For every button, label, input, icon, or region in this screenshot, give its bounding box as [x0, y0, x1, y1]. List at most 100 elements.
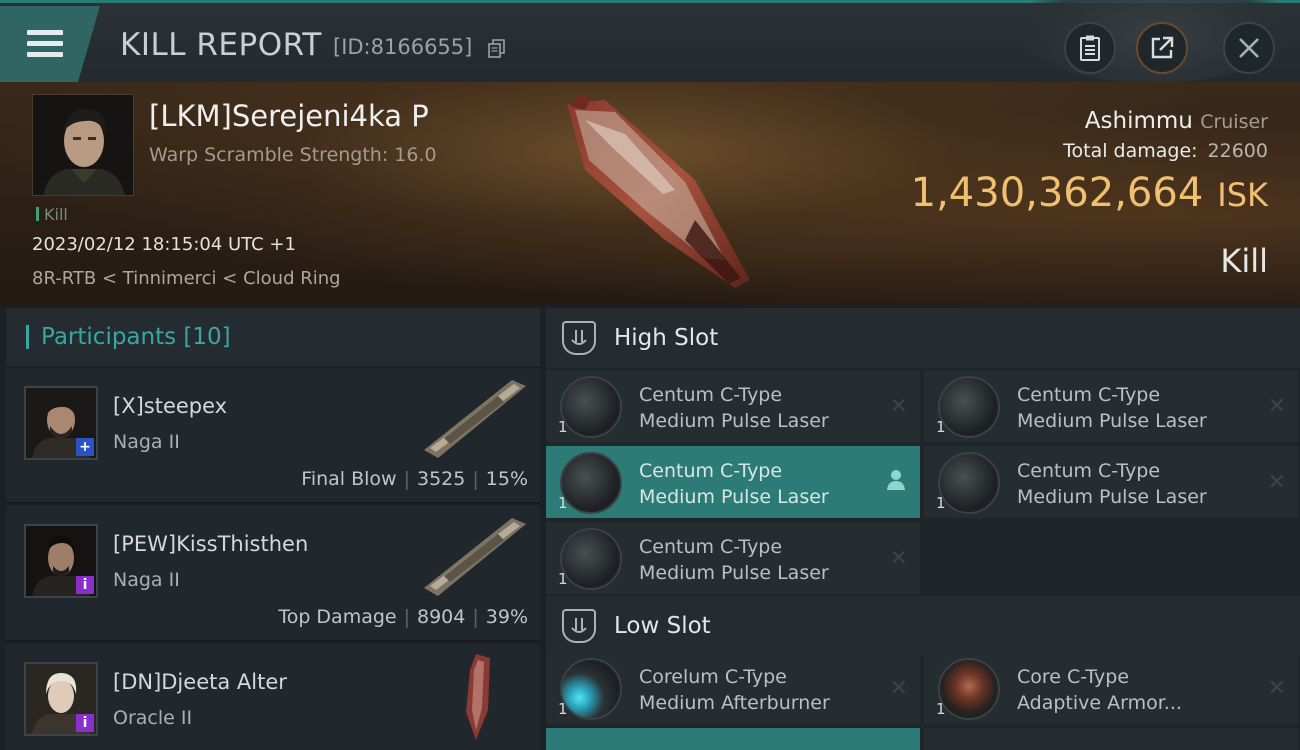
high-slot-header: High Slot — [546, 308, 1300, 368]
participant-role: Top Damage — [278, 606, 397, 628]
victim-ship-class: Cruiser — [1200, 111, 1268, 133]
fittings-panel: High Slot 1 Centum C-Type Medium Pulse La… — [546, 308, 1300, 750]
participant-ship: Oracle II — [113, 707, 193, 729]
participant-avatar: + — [24, 386, 98, 460]
module-name-line2: Medium Pulse Laser — [639, 562, 829, 584]
clipboard-button[interactable] — [1064, 22, 1116, 74]
participants-header-marker — [26, 325, 29, 349]
module-name-line1: Centum C-Type — [639, 384, 783, 406]
destroyed-icon: ✕ — [1267, 676, 1286, 701]
pulse-laser-icon — [938, 376, 1000, 438]
kill-tag-label: Kill — [44, 205, 68, 224]
participant-row[interactable]: i [DN]Djeeta Alter Oracle II — [6, 644, 540, 750]
victim-ship[interactable]: Ashimmu Cruiser — [1085, 108, 1268, 134]
pulse-laser-icon — [560, 452, 622, 514]
clipboard-icon — [1080, 35, 1100, 61]
participant-name: [PEW]KissThisthen — [113, 532, 309, 556]
participant-damage: 8904 — [417, 606, 466, 628]
module-name-line2: Medium Pulse Laser — [1017, 410, 1207, 432]
kill-location[interactable]: 8R-RTB < Tinnimerci < Cloud Ring — [32, 268, 341, 289]
module-name: Corelum C-Type Medium Afterburner — [639, 664, 830, 716]
low-slot-title: Low Slot — [614, 613, 711, 639]
module-name: Centum C-Type Medium Pulse Laser — [639, 534, 829, 586]
victim-ship-image[interactable] — [545, 90, 770, 300]
top-bar: KILL REPORT [ID:8166655] — [0, 0, 1300, 83]
module-name-line2: Medium Pulse Laser — [639, 410, 829, 432]
copy-icon[interactable] — [488, 39, 506, 59]
module-slot[interactable]: 1 Core C-Type Adaptive Armor... ✕ — [924, 652, 1298, 724]
module-name: Core C-Type Adaptive Armor... — [1017, 664, 1182, 716]
module-quantity: 1 — [936, 494, 946, 512]
share-icon — [1151, 36, 1174, 59]
close-icon — [1239, 38, 1259, 58]
module-slot[interactable]: 1 Centum C-Type Medium Pulse Laser — [546, 446, 920, 518]
participant-ship-image — [466, 654, 490, 740]
isk-amount: 1,430,362,664 — [910, 170, 1204, 216]
participant-ship: Naga II — [113, 431, 180, 453]
participants-header: Participants [10] — [6, 308, 540, 366]
module-slot-partial[interactable] — [546, 728, 920, 750]
module-quantity: 1 — [558, 700, 568, 718]
participant-avatar: i — [24, 662, 98, 736]
participant-badge: i — [76, 576, 94, 594]
destroyed-icon: ✕ — [1267, 394, 1286, 419]
victim-name[interactable]: [LKM]Serejeni4ka P — [149, 99, 429, 133]
module-name-line1: Centum C-Type — [639, 536, 783, 558]
kill-summary-banner: [LKM]Serejeni4ka P Warp Scramble Strengt… — [0, 82, 1300, 306]
participant-percent: 39% — [485, 606, 528, 628]
module-slot[interactable]: 1 Centum C-Type Medium Pulse Laser ✕ — [924, 370, 1298, 442]
participants-label: Participants [10] — [41, 324, 231, 350]
module-name: Centum C-Type Medium Pulse Laser — [1017, 458, 1207, 510]
pulse-laser-icon — [938, 452, 1000, 514]
module-slot[interactable]: 1 Centum C-Type Medium Pulse Laser ✕ — [546, 522, 920, 594]
participant-name: [X]steepex — [113, 394, 228, 418]
module-name-line1: Core C-Type — [1017, 666, 1130, 688]
destroyed-icon: ✕ — [889, 676, 908, 701]
participant-badge: i — [76, 714, 94, 732]
victim-avatar[interactable] — [32, 94, 134, 196]
module-name-line1: Centum C-Type — [1017, 384, 1161, 406]
module-name-line1: Centum C-Type — [639, 460, 783, 482]
menu-button[interactable] — [0, 6, 100, 82]
module-slot-partial[interactable] — [924, 728, 1298, 750]
participant-badge: + — [76, 438, 94, 456]
participant-row[interactable]: + [X]steepex Naga II Final Blow | 3525 | 15% — [6, 368, 540, 504]
module-name-line1: Centum C-Type — [1017, 460, 1161, 482]
isk-value: 1,430,362,664 ISK — [911, 170, 1268, 216]
module-slot[interactable]: 1 Centum C-Type Medium Pulse Laser ✕ — [924, 446, 1298, 518]
participant-ship-image — [424, 518, 526, 596]
module-name-line2: Medium Pulse Laser — [1017, 486, 1207, 508]
pulse-laser-icon — [560, 376, 622, 438]
stats-separator: | — [472, 468, 479, 490]
afterburner-icon — [560, 658, 622, 720]
share-button[interactable] — [1136, 22, 1188, 74]
destroyed-icon: ✕ — [889, 394, 908, 419]
module-name-line2: Adaptive Armor... — [1017, 692, 1182, 714]
module-name-line2: Medium Pulse Laser — [639, 486, 829, 508]
participant-row[interactable]: i [PEW]KissThisthen Naga II Top Damage | 8… — [6, 506, 540, 642]
module-slot[interactable]: 1 Centum C-Type Medium Pulse Laser ✕ — [546, 370, 920, 442]
module-name-line2: Medium Afterburner — [639, 692, 830, 714]
module-name: Centum C-Type Medium Pulse Laser — [1017, 382, 1207, 434]
close-button[interactable] — [1223, 22, 1275, 74]
module-quantity: 1 — [558, 494, 568, 512]
warp-scramble-strength: Warp Scramble Strength: 16.0 — [149, 144, 437, 166]
menu-icon — [27, 30, 63, 58]
module-quantity: 1 — [558, 570, 568, 588]
participant-role: Final Blow — [301, 468, 397, 490]
low-slot-header: Low Slot — [546, 596, 1300, 656]
module-name: Centum C-Type Medium Pulse Laser — [639, 382, 829, 434]
kill-tag: Kill — [36, 205, 68, 224]
total-damage-value: 22600 — [1207, 140, 1268, 162]
module-slot[interactable]: 1 Corelum C-Type Medium Afterburner ✕ — [546, 652, 920, 724]
total-damage: Total damage: 22600 — [1063, 140, 1268, 162]
participant-ship-image — [424, 380, 526, 458]
destroyed-icon: ✕ — [889, 546, 908, 571]
isk-unit: ISK — [1217, 176, 1268, 214]
participant-name: [DN]Djeeta Alter — [113, 670, 287, 694]
pulse-laser-icon — [560, 528, 622, 590]
destroyed-icon: ✕ — [1267, 470, 1286, 495]
stats-separator: | — [403, 468, 410, 490]
module-name-line1: Corelum C-Type — [639, 666, 787, 688]
participant-damage: 3525 — [417, 468, 466, 490]
